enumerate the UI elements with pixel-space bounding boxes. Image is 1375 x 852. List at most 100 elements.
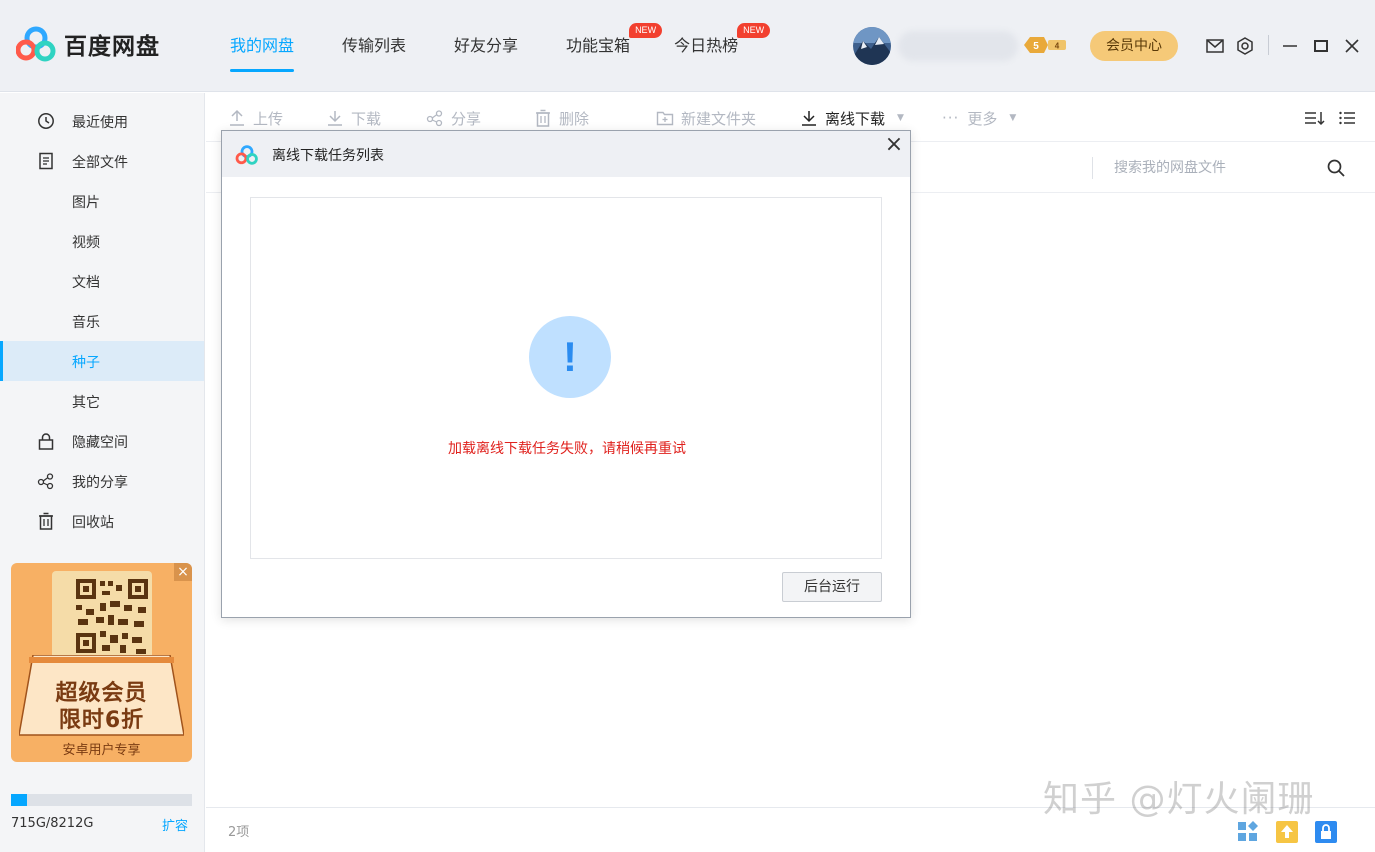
dialog-content-panel: ! 加载离线下载任务失败，请稍候再重试 [250, 197, 882, 559]
more-label: 更多 [967, 109, 998, 128]
vip-center-button[interactable]: 会员中心 [1090, 31, 1178, 61]
sidebar-item-documents[interactable]: 文档 [0, 261, 204, 301]
share-label: 分享 [451, 109, 482, 128]
more-dots-icon: ··· [942, 109, 960, 127]
dialog-close-button[interactable]: × [884, 133, 904, 157]
search-input[interactable] [1114, 156, 1314, 180]
maximize-icon[interactable] [1311, 36, 1331, 56]
baidu-netdisk-logo-icon [15, 26, 56, 62]
avatar[interactable] [853, 27, 891, 65]
tab-label: 今日热榜 [674, 36, 739, 55]
upload-button[interactable]: 上传 [228, 107, 283, 129]
tab-hot-list[interactable]: 今日热榜 NEW [674, 23, 771, 72]
sidebar-item-label: 种子 [72, 355, 100, 371]
new-folder-button[interactable]: 新建文件夹 [656, 107, 756, 129]
sidebar-item-music[interactable]: 音乐 [0, 301, 204, 341]
item-count: 2项 [228, 825, 250, 840]
promo-subtitle: 安卓用户专享 [62, 743, 141, 758]
main-nav: 我的网盘 传输列表 好友分享 功能宝箱 NEW 今日热榜 NEW [230, 23, 786, 72]
tab-transfer-list[interactable]: 传输列表 [342, 32, 406, 72]
upgrade-icon[interactable] [1275, 820, 1299, 844]
tab-toolbox[interactable]: 功能宝箱 NEW [566, 23, 663, 72]
download-icon [802, 111, 816, 126]
search-icon[interactable] [1326, 158, 1346, 178]
download-label: 下载 [351, 109, 382, 128]
svg-text:4: 4 [1055, 42, 1060, 51]
tab-label: 好友分享 [454, 36, 519, 55]
tab-label: 功能宝箱 [566, 36, 631, 55]
chevron-down-icon: ▼ [897, 113, 904, 123]
dialog-header: 离线下载任务列表 × [222, 131, 910, 177]
title-bar: 百度网盘 我的网盘 传输列表 好友分享 功能宝箱 NEW 今日热榜 NEW 5 4 … [0, 0, 1375, 92]
sidebar-item-images[interactable]: 图片 [0, 181, 204, 221]
alert-icon: ! [529, 316, 611, 398]
delete-button[interactable]: 删除 [534, 107, 589, 129]
more-button[interactable]: ··· 更多 ▼ [942, 107, 1016, 129]
svg-text:5: 5 [1033, 41, 1039, 52]
tab-label: 我的网盘 [230, 36, 295, 55]
divider [1092, 157, 1093, 179]
close-icon[interactable] [1342, 36, 1362, 56]
offline-download-label: 离线下载 [825, 109, 886, 128]
sidebar-item-label: 图片 [72, 195, 100, 211]
watermark: 知乎 @灯火阑珊 [1043, 779, 1315, 820]
tab-my-netdisk[interactable]: 我的网盘 [230, 32, 295, 72]
sidebar: 最近使用 全部文件 图片 视频 文档 音乐 种子 其它 隐藏空间 我的分享 回收… [0, 93, 205, 852]
app-logo: 百度网盘 [15, 26, 160, 62]
sidebar-item-my-shares[interactable]: 我的分享 [0, 461, 204, 501]
sidebar-item-hidden-space[interactable]: 隐藏空间 [0, 421, 204, 461]
delete-label: 删除 [559, 109, 590, 128]
username-blurred[interactable] [898, 31, 1018, 61]
apps-grid-icon[interactable] [1236, 820, 1260, 844]
sidebar-item-label: 我的分享 [72, 475, 128, 491]
vip-promo-banner[interactable]: × 超级会员 限时6折 安卓用户专享 [11, 563, 192, 762]
divider [1268, 35, 1269, 55]
download-icon [328, 111, 342, 126]
share-button[interactable]: 分享 [426, 107, 481, 129]
sidebar-item-torrents[interactable]: 种子 [0, 341, 204, 381]
sidebar-item-label: 隐藏空间 [72, 435, 128, 451]
sidebar-item-recycle-bin[interactable]: 回收站 [0, 501, 204, 541]
settings-icon[interactable] [1235, 36, 1255, 56]
chevron-down-icon: ▼ [1009, 113, 1017, 123]
sidebar-item-recent[interactable]: 最近使用 [0, 101, 204, 141]
clock-icon [37, 112, 55, 130]
offline-download-dialog: 离线下载任务列表 × ! 加载离线下载任务失败，请稍候再重试 后台运行 [221, 130, 911, 618]
share-icon [426, 110, 443, 127]
storage-usage: 715G/8212G [11, 816, 94, 831]
mail-icon[interactable] [1205, 36, 1225, 56]
expand-storage-link[interactable]: 扩容 [162, 815, 188, 834]
sidebar-item-videos[interactable]: 视频 [0, 221, 204, 261]
trash-icon [37, 512, 55, 530]
error-message: 加载离线下载任务失败，请稍候再重试 [448, 441, 686, 457]
qr-code-icon [52, 571, 152, 661]
list-view-button[interactable] [1338, 107, 1363, 129]
tab-friend-share[interactable]: 好友分享 [454, 32, 518, 72]
download-button[interactable]: 下载 [326, 107, 381, 129]
file-icon [37, 152, 55, 170]
sidebar-item-label: 最近使用 [72, 115, 128, 131]
storage-progress-fill [11, 794, 27, 806]
dialog-title: 离线下载任务列表 [272, 148, 384, 164]
new-badge: NEW [737, 23, 771, 38]
storage-progress-bar [11, 794, 192, 806]
sidebar-item-label: 其它 [72, 395, 100, 411]
sidebar-item-label: 回收站 [72, 515, 114, 531]
offline-download-button[interactable]: 离线下载 ▼ [800, 107, 904, 129]
app-name: 百度网盘 [64, 34, 160, 60]
promo-close-button[interactable]: × [174, 563, 192, 581]
level-badge: 5 4 [1022, 36, 1068, 54]
minimize-icon[interactable] [1280, 36, 1300, 56]
new-badge: NEW [629, 23, 663, 38]
new-folder-icon [656, 111, 674, 126]
lock-icon [37, 432, 55, 450]
sort-icon [1305, 112, 1325, 126]
lock-icon[interactable] [1314, 820, 1338, 844]
sidebar-item-other[interactable]: 其它 [0, 381, 204, 421]
run-in-background-button[interactable]: 后台运行 [782, 572, 882, 602]
sidebar-item-label: 全部文件 [72, 155, 128, 171]
sort-button[interactable] [1304, 107, 1333, 129]
sidebar-item-label: 文档 [72, 275, 100, 291]
alert-mark: ! [563, 333, 577, 380]
sidebar-item-all-files[interactable]: 全部文件 [0, 141, 204, 181]
